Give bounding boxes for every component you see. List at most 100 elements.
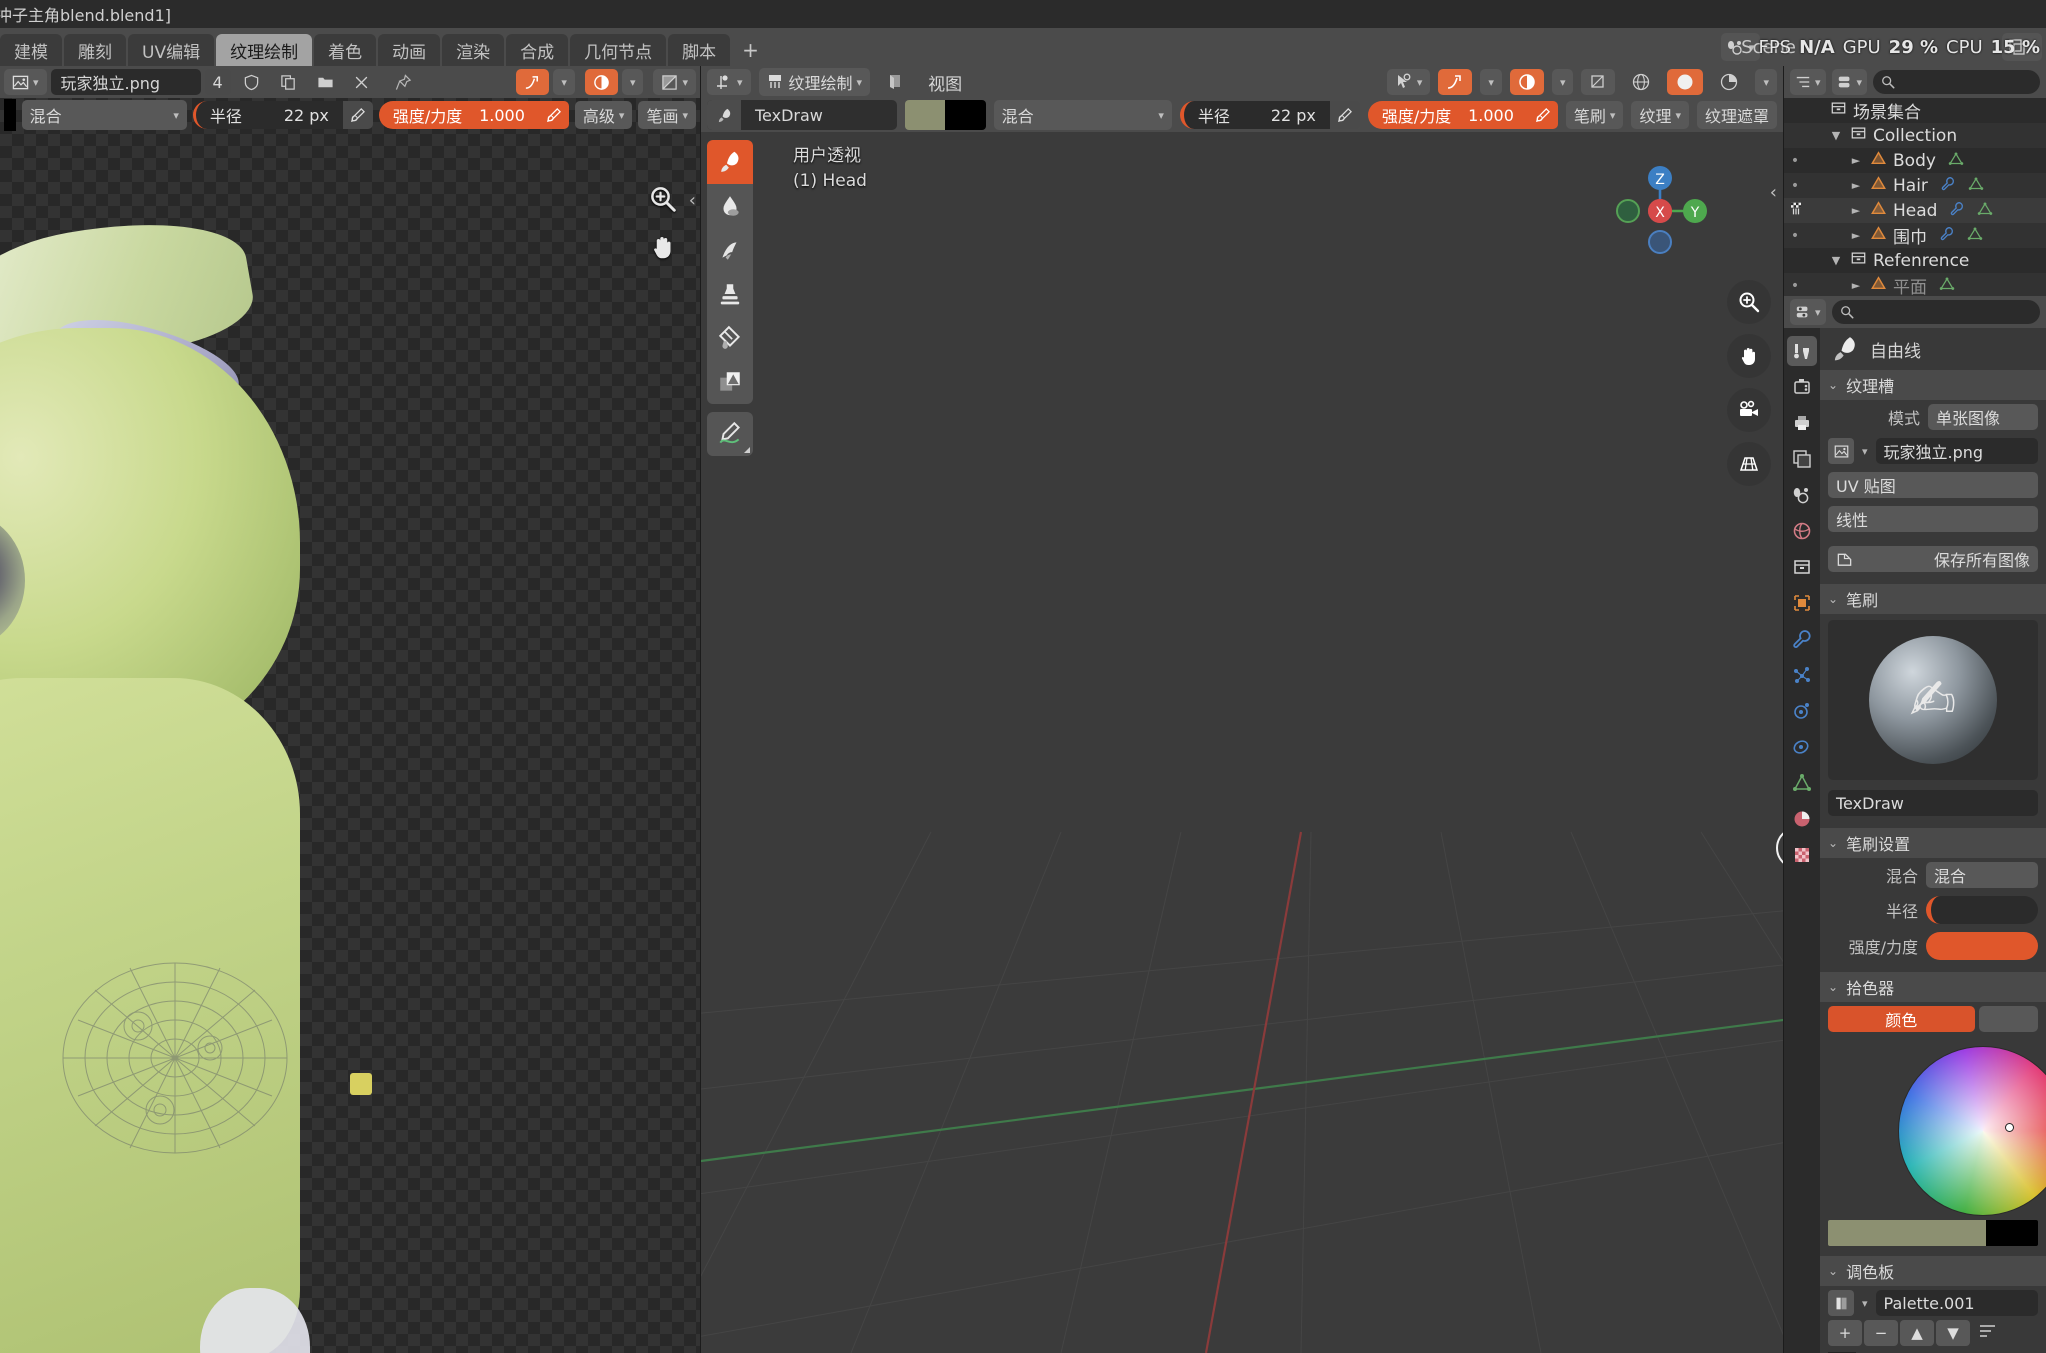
editor-type-button[interactable]: ▾ xyxy=(1790,69,1826,95)
pan-hand-icon[interactable] xyxy=(648,232,678,262)
texture-slot-panel-header[interactable]: ⌄ 纹理槽 xyxy=(1820,370,2046,400)
strength-slider[interactable]: 强度/力度 1.000 xyxy=(379,101,539,129)
color-tab-button[interactable]: 颜色 xyxy=(1828,1006,1975,1032)
interpolation-dropdown[interactable]: 线性 xyxy=(1828,506,2038,532)
palette-sort-icon[interactable] xyxy=(1978,1322,1998,1345)
restrict-view-icon[interactable]: • xyxy=(1788,278,1802,294)
mesh-data-icon[interactable] xyxy=(1948,151,1964,171)
unlink-image-button[interactable] xyxy=(346,69,377,95)
shading-dropdown[interactable]: ▾ xyxy=(1755,69,1777,95)
workspace-tab-1[interactable]: 雕刻 xyxy=(64,34,126,66)
outliner-row[interactable]: •►Body xyxy=(1784,148,2046,173)
image-editor-canvas[interactable]: ‹ xyxy=(0,98,700,1353)
palette-add-button[interactable]: + xyxy=(1828,1320,1862,1346)
chevron-down-icon[interactable]: ▾ xyxy=(1862,1297,1868,1310)
mesh-data-icon[interactable] xyxy=(1939,276,1955,296)
new-image-copy-button[interactable] xyxy=(272,69,305,95)
camera-view-button[interactable] xyxy=(1727,388,1771,432)
radius-pressure-toggle[interactable] xyxy=(1330,101,1360,129)
color-wheel-container[interactable] xyxy=(1820,1036,2046,1216)
viewport-nav-buttons[interactable] xyxy=(1727,280,1771,486)
disclosure-triangle[interactable]: ► xyxy=(1848,154,1864,167)
palette-panel-header[interactable]: ⌄ 调色板 xyxy=(1820,1256,2046,1286)
color-picker-panel-header[interactable]: ⌄ 拾色器 xyxy=(1820,972,2046,1002)
workspace-tab-8[interactable]: 几何节点 xyxy=(570,34,666,66)
gizmo-dropdown[interactable]: ▾ xyxy=(1480,69,1502,95)
properties-panel-body[interactable]: 自由线 ⌄ 纹理槽 模式 单张图像 xyxy=(1820,328,2046,1353)
primary-color-swatch[interactable] xyxy=(1828,1220,1986,1246)
fake-user-button[interactable] xyxy=(235,69,268,95)
outliner-row[interactable]: ▼Refenrence xyxy=(1784,248,2046,273)
color-dropdown[interactable]: ▾ xyxy=(622,69,644,95)
outliner-row[interactable]: 场景集合 xyxy=(1784,98,2046,123)
strength-pressure-toggle[interactable] xyxy=(539,101,569,129)
brush-datablock[interactable]: TexDraw xyxy=(707,100,897,130)
restrict-render-icon[interactable] xyxy=(1788,201,1802,220)
tab-view-layer[interactable] xyxy=(1787,444,1817,474)
viewport-canvas[interactable]: 用户透视 (1) Head xyxy=(701,132,1783,1353)
modifier-wrench-icon[interactable] xyxy=(1939,226,1955,246)
image-users-count[interactable]: 4 xyxy=(205,69,231,95)
workspace-tab-9[interactable]: 脚本 xyxy=(668,34,730,66)
toggle-orthographic-button[interactable] xyxy=(1727,442,1771,486)
color-tab-secondary[interactable] xyxy=(1979,1006,2039,1032)
radius-slider[interactable] xyxy=(1926,896,2038,924)
outliner-row[interactable]: •►围巾 xyxy=(1784,223,2046,248)
shading-solid-button[interactable] xyxy=(1667,69,1703,95)
outliner-row[interactable]: ▼Collection xyxy=(1784,123,2046,148)
image-datablock-button[interactable] xyxy=(1828,438,1854,464)
brush-preview[interactable]: ✍ xyxy=(1828,620,2038,780)
open-image-button[interactable] xyxy=(309,69,342,95)
brush-menu[interactable]: 笔刷 ▾ xyxy=(1566,101,1624,129)
zoom-button[interactable] xyxy=(1727,280,1771,324)
strength-slider[interactable]: 强度/力度 1.000 xyxy=(1368,101,1528,129)
display-mode-dropdown[interactable]: ▾ xyxy=(1832,69,1868,95)
soften-tool[interactable] xyxy=(707,184,753,228)
primary-color-swatch[interactable] xyxy=(905,100,946,130)
properties-search-input[interactable] xyxy=(1832,300,2040,324)
color-swatch-bar[interactable] xyxy=(1828,1220,2038,1246)
editor-type-button[interactable]: ▾ xyxy=(4,69,47,95)
color-wheel-cursor[interactable] xyxy=(2005,1123,2014,1132)
mask-tool[interactable] xyxy=(707,360,753,404)
texture-menu[interactable]: 纹理 ▾ xyxy=(1631,101,1689,129)
visibility-selectability-dropdown[interactable]: ▾ xyxy=(1387,69,1431,95)
strength-slider[interactable] xyxy=(1926,932,2038,960)
outliner-row[interactable]: •►Hair xyxy=(1784,173,2046,198)
outliner-search-input[interactable] xyxy=(1873,70,2040,94)
tab-collection[interactable] xyxy=(1787,552,1817,582)
annotate-tool[interactable] xyxy=(707,412,753,456)
workspace-tab-10[interactable]: + xyxy=(732,34,769,66)
editor-type-button[interactable]: ▾ xyxy=(707,69,751,95)
overlays-dropdown[interactable]: ▾ xyxy=(1552,69,1574,95)
tab-render[interactable] xyxy=(1787,372,1817,402)
chevron-down-icon[interactable]: ▾ xyxy=(1862,445,1868,458)
tab-object[interactable] xyxy=(1787,588,1817,618)
radius-pressure-toggle[interactable] xyxy=(343,101,373,129)
secondary-color-swatch[interactable] xyxy=(1986,1220,2039,1246)
brush-panel-header[interactable]: ⌄ 笔刷 xyxy=(1820,584,2046,614)
tab-tool[interactable] xyxy=(1787,336,1817,366)
radius-slider[interactable]: 半径 22 px xyxy=(193,101,343,129)
view-menu[interactable]: 视图 xyxy=(928,70,962,95)
blend-mode-dropdown[interactable]: 混合 ▾ xyxy=(22,100,187,130)
image-editor-nav-buttons[interactable] xyxy=(648,184,678,262)
restrict-view-icon[interactable]: • xyxy=(1788,178,1802,194)
falloff-curve-toggle[interactable] xyxy=(516,69,549,95)
outliner-row[interactable]: ►Head xyxy=(1784,198,2046,223)
modifier-wrench-icon[interactable] xyxy=(1949,201,1965,221)
workspace-tabs[interactable]: 建模雕刻UV编辑纹理绘制着色动画渲染合成几何节点脚本+ xyxy=(0,28,771,66)
paint-mask-toggle[interactable] xyxy=(878,69,914,95)
workspace-tab-5[interactable]: 动画 xyxy=(378,34,440,66)
gizmo-toggle[interactable] xyxy=(1438,69,1472,95)
fill-tool[interactable] xyxy=(707,316,753,360)
mesh-data-icon[interactable] xyxy=(1968,176,1984,196)
shading-material-button[interactable] xyxy=(1711,69,1747,95)
shading-wireframe-button[interactable] xyxy=(1623,69,1659,95)
palette-datablock-button[interactable] xyxy=(1828,1290,1854,1316)
mesh-data-icon[interactable] xyxy=(1977,201,1993,221)
disclosure-triangle[interactable]: ▼ xyxy=(1828,129,1844,142)
outliner-row[interactable]: •►平面 xyxy=(1784,273,2046,296)
workspace-tab-4[interactable]: 着色 xyxy=(314,34,376,66)
clone-tool[interactable] xyxy=(707,272,753,316)
